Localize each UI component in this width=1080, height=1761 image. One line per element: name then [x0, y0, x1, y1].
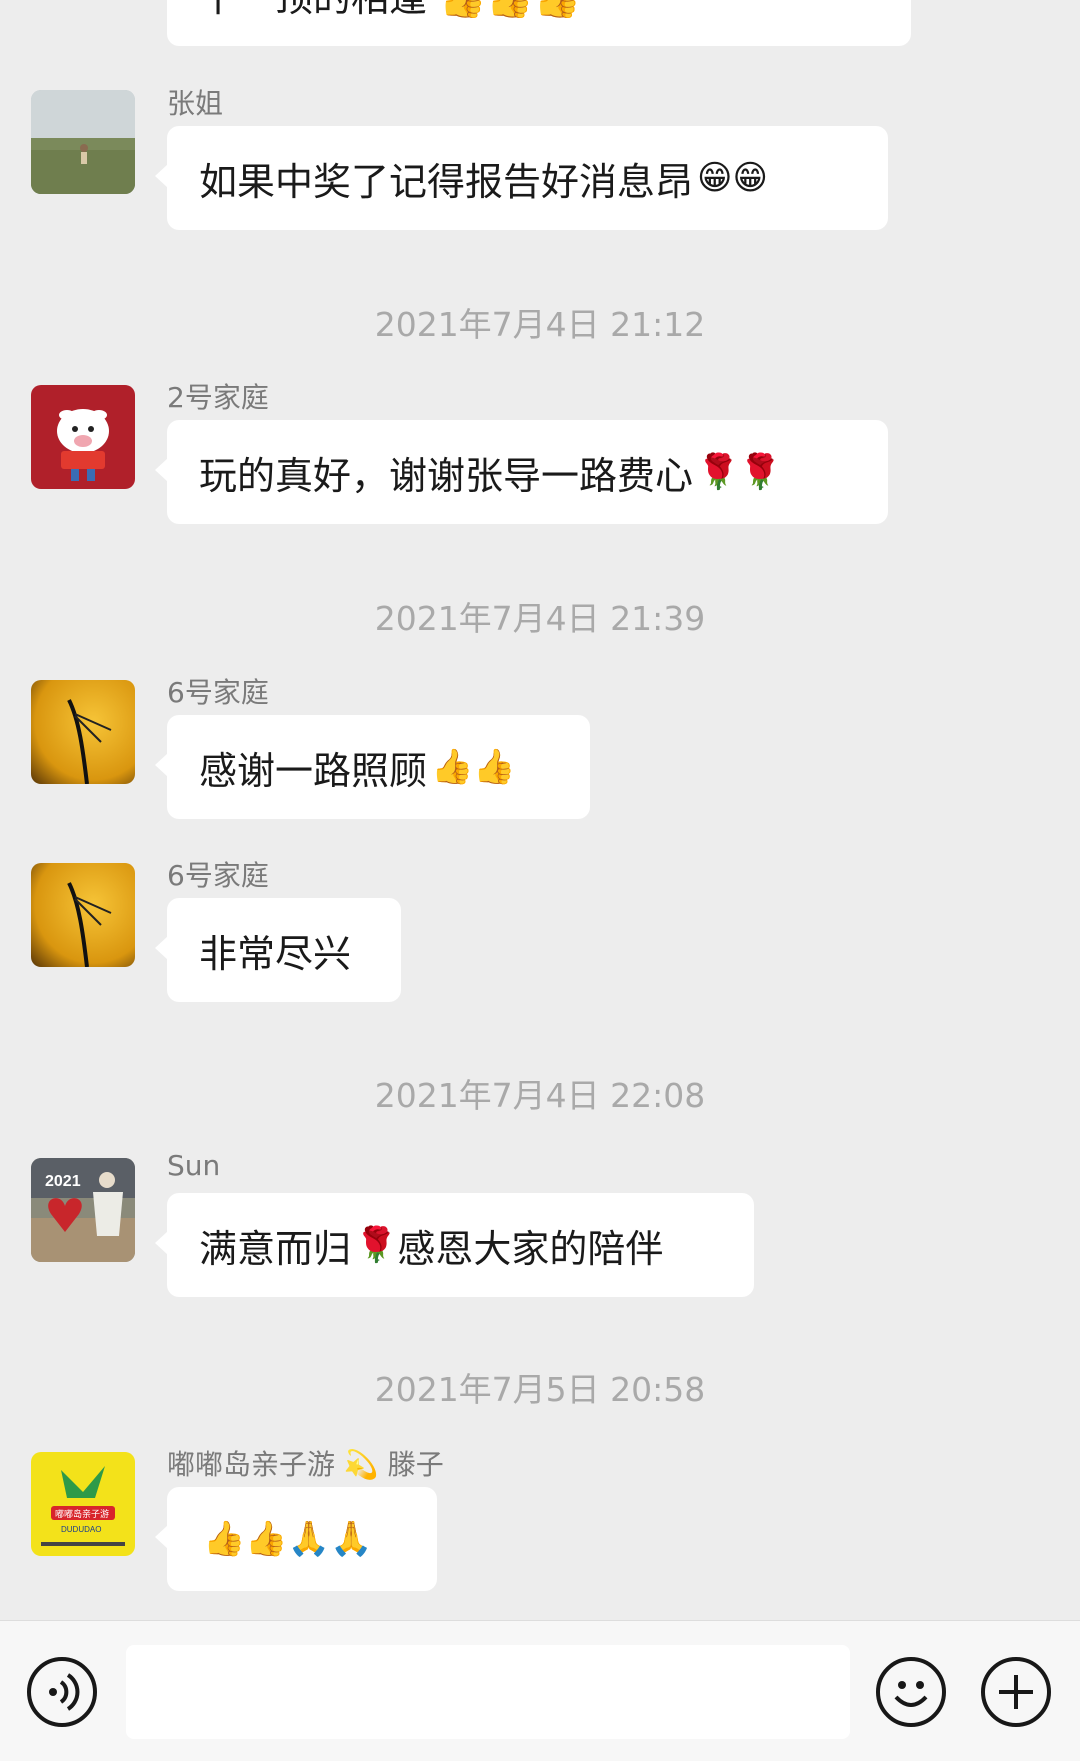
avatar[interactable]: 嘟嘟岛亲子游 DUDUDAO	[31, 1452, 135, 1556]
message-bubble[interactable]: 感谢一路照顾 👍👍	[155, 715, 590, 819]
avatar[interactable]	[31, 863, 135, 967]
emoji-icon	[894, 1681, 928, 1707]
emoji-button[interactable]	[876, 1657, 946, 1727]
sender-name: 嘟嘟岛亲子游 💫 滕子	[167, 1443, 444, 1483]
thumbs-up-emoji: 👍👍	[431, 747, 516, 787]
avatar[interactable]	[31, 680, 135, 784]
timestamp: 2021年7月4日 22:08	[374, 1076, 706, 1115]
input-bar	[0, 1620, 1080, 1761]
message-input[interactable]	[126, 1645, 850, 1739]
thumbs-up-emoji: 👍👍🙏🙏	[203, 1519, 373, 1559]
message-text: 非常尽兴	[199, 931, 352, 976]
avatar[interactable]: 2021	[31, 1158, 135, 1262]
rose-emoji: 🌹	[355, 1225, 398, 1265]
plus-icon	[999, 1675, 1033, 1709]
sender-name-part: 滕子	[387, 1448, 444, 1481]
plus-button[interactable]	[981, 1657, 1051, 1727]
avatar-text: 2021	[45, 1173, 81, 1190]
chat-message-list[interactable]: 十一顶的相逢 👍👍👍 张姐 如果中奖了记得报告好消息昂 😁😁 2021年7月4日…	[0, 0, 1080, 1620]
timestamp: 2021年7月4日 21:39	[374, 599, 706, 638]
message-text: 感谢一路照顾	[199, 748, 428, 793]
avatar-title: 嘟嘟岛亲子游	[55, 1508, 109, 1519]
message-bubble[interactable]: 满意而归 🌹 感恩大家的陪伴	[155, 1193, 754, 1297]
message-text: 如果中奖了记得报告好消息昂	[199, 159, 694, 204]
comet-emoji: 💫	[343, 1448, 379, 1481]
sender-name: 6号家庭	[167, 676, 269, 709]
message-bubble[interactable]: 十一顶的相逢 👍👍👍	[167, 0, 911, 46]
timestamp: 2021年7月4日 21:12	[374, 305, 706, 344]
message-bubble[interactable]: 非常尽兴	[155, 898, 401, 1002]
sender-name: 2号家庭	[167, 381, 269, 414]
avatar[interactable]	[31, 90, 135, 194]
message-bubble[interactable]: 玩的真好，谢谢张导一路费心 🌹🌹	[155, 420, 888, 524]
grin-emoji: 😁😁	[697, 158, 768, 198]
avatar-subtitle: DUDUDAO	[61, 1525, 101, 1534]
sender-name: 张姐	[167, 87, 224, 120]
message-text: 十一顶的相逢 👍👍👍	[199, 0, 581, 22]
message-bubble[interactable]: 如果中奖了记得报告好消息昂 😁😁	[155, 126, 888, 230]
sender-name-part: 嘟嘟岛亲子游	[167, 1448, 336, 1481]
voice-button[interactable]	[27, 1657, 97, 1727]
message-bubble[interactable]: 👍👍🙏🙏	[155, 1487, 437, 1591]
message-text: 满意而归	[199, 1226, 352, 1271]
avatar[interactable]	[31, 385, 135, 489]
sender-name: 6号家庭	[167, 859, 269, 892]
rose-emoji: 🌹🌹	[697, 452, 782, 492]
timestamp: 2021年7月5日 20:58	[374, 1370, 706, 1409]
sender-name: Sun	[167, 1149, 221, 1182]
message-text: 感恩大家的陪伴	[397, 1226, 664, 1271]
voice-icon	[49, 1673, 80, 1711]
message-text: 玩的真好，谢谢张导一路费心	[199, 453, 694, 498]
